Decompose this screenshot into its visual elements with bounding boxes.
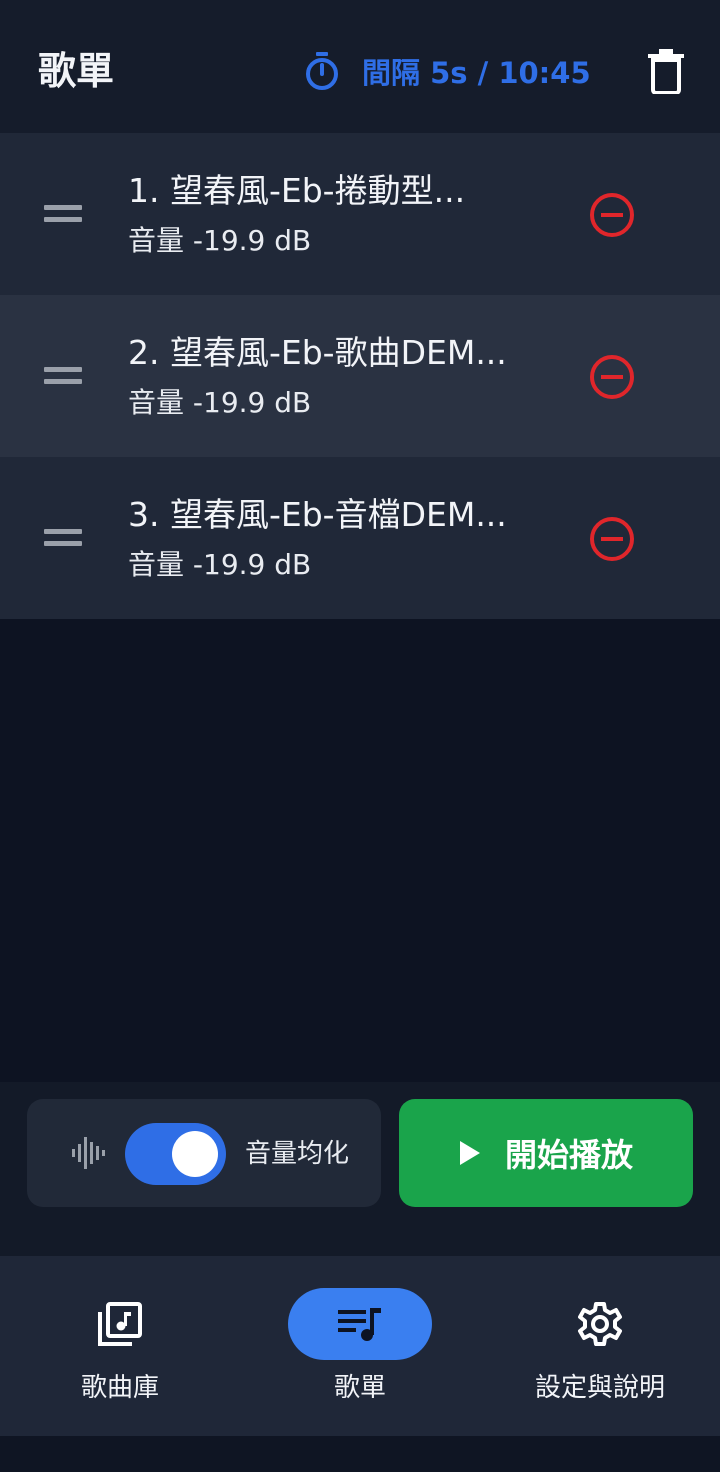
nav-item-settings[interactable]: 設定與說明 — [480, 1256, 720, 1436]
start-playback-label: 開始播放 — [504, 1136, 633, 1174]
bottom-navigation: 歌曲庫 歌單 設定與說明 — [0, 1256, 720, 1436]
start-playback-button[interactable]: 開始播放 — [399, 1099, 693, 1207]
timer-text: 間隔 5s / 10:45 — [362, 56, 591, 90]
nav-label: 設定與說明 — [534, 1373, 665, 1403]
playlist-item[interactable]: 2. 望春風-Eb-歌曲DEM... 音量 -19.9 dB — [0, 295, 720, 457]
trash-icon[interactable] — [646, 48, 686, 94]
nav-icon-container — [48, 1288, 192, 1360]
drag-handle-icon[interactable] — [44, 203, 82, 225]
playlist-item-title: 3. 望春風-Eb-音檔DEM... — [128, 495, 507, 534]
normalize-label: 音量均化 — [245, 1139, 350, 1169]
playlist: 1. 望春風-Eb-捲動型... 音量 -19.9 dB 2. 望春風-Eb-歌… — [0, 133, 720, 619]
system-navigation-bar — [0, 1436, 720, 1472]
drag-handle-icon[interactable] — [44, 365, 82, 387]
nav-label: 歌曲庫 — [80, 1373, 159, 1403]
remove-circle-icon[interactable] — [588, 353, 636, 401]
normalize-toggle[interactable] — [125, 1123, 226, 1185]
playlist-item-volume: 音量 -19.9 dB — [128, 224, 312, 257]
drag-handle-icon[interactable] — [44, 527, 82, 549]
playlist-item[interactable]: 1. 望春風-Eb-捲動型... 音量 -19.9 dB — [0, 133, 720, 295]
top-app-bar: 歌單 間隔 5s / 10:45 — [0, 0, 720, 133]
page-title: 歌單 — [38, 49, 115, 93]
nav-label: 歌單 — [333, 1373, 386, 1403]
playlist-item[interactable]: 3. 望春風-Eb-音檔DEM... 音量 -19.9 dB — [0, 457, 720, 619]
volume-normalize-card: 音量均化 — [27, 1099, 381, 1207]
playlist-icon — [338, 1308, 381, 1341]
waveform-icon — [72, 1137, 105, 1169]
playlist-item-title: 2. 望春風-Eb-歌曲DEM... — [128, 333, 507, 372]
interval-timer[interactable]: 間隔 5s / 10:45 — [304, 50, 591, 92]
playlist-item-volume: 音量 -19.9 dB — [128, 548, 312, 581]
nav-item-library[interactable]: 歌曲庫 — [0, 1256, 240, 1436]
music-library-icon — [98, 1302, 142, 1346]
stopwatch-icon — [306, 52, 338, 90]
remove-circle-icon[interactable] — [588, 191, 636, 239]
nav-item-playlist[interactable]: 歌單 — [240, 1256, 480, 1436]
gear-icon — [578, 1302, 622, 1346]
play-icon — [459, 1141, 480, 1165]
playback-controls: 音量均化 開始播放 — [0, 1082, 720, 1256]
nav-icon-container-active — [288, 1288, 432, 1360]
playlist-item-volume: 音量 -19.9 dB — [128, 386, 312, 419]
playlist-item-title: 1. 望春風-Eb-捲動型... — [128, 171, 466, 210]
toggle-knob — [172, 1131, 218, 1177]
nav-icon-container — [528, 1288, 672, 1360]
remove-circle-icon[interactable] — [588, 515, 636, 563]
app-root: 歌單 間隔 5s / 10:45 1. 望春風-Eb-捲動型... 音量 -19… — [0, 0, 720, 1472]
